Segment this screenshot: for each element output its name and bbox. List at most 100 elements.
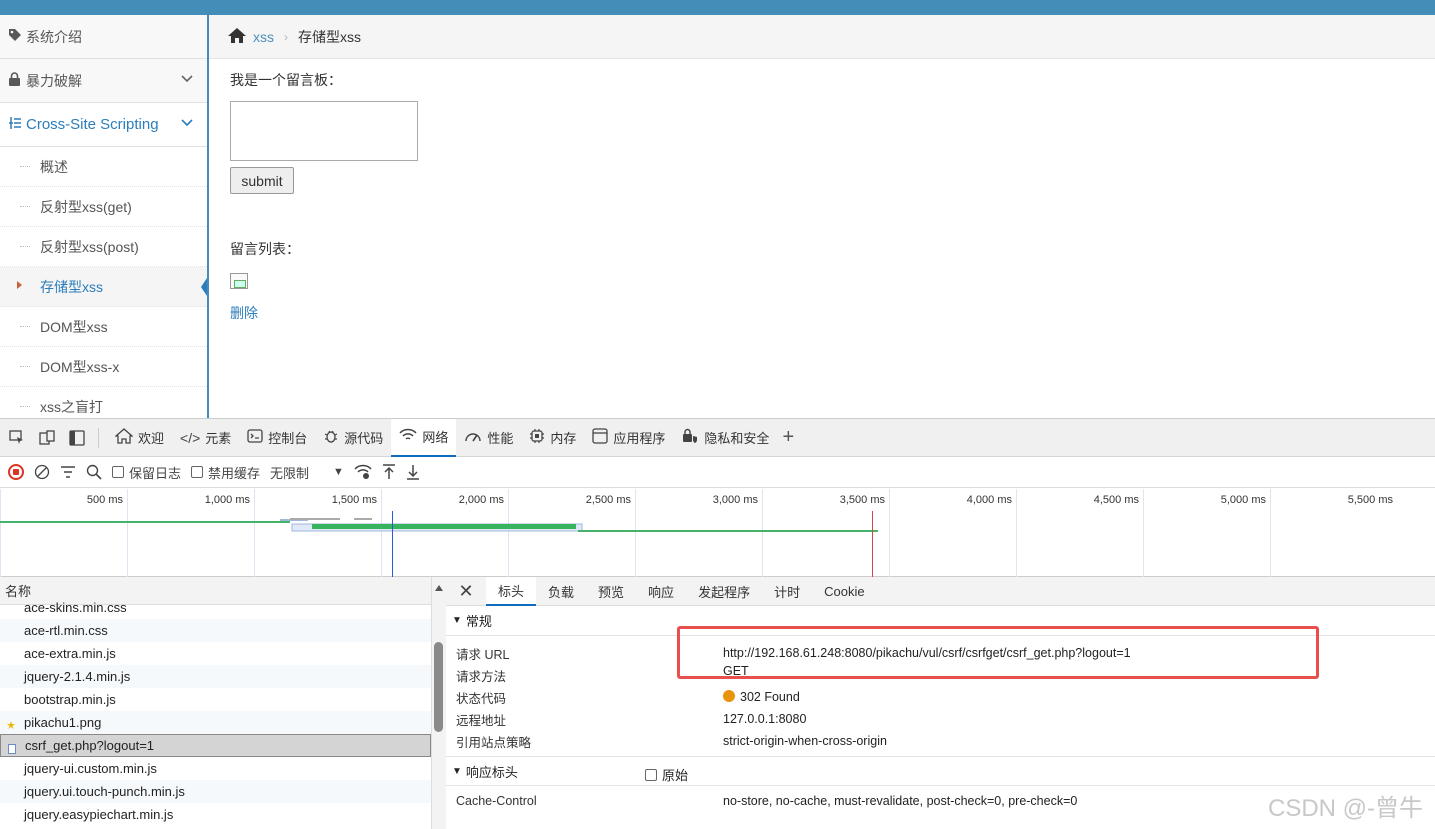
checkbox-label: 禁用缓存 (208, 465, 261, 481)
sidebar-subitem-label: 存储型xss (40, 278, 103, 295)
throttle-value: 无限制 (270, 465, 310, 481)
plus-icon[interactable]: + (777, 426, 799, 449)
header-row-referrer-policy: 引用站点策略 strict-origin-when-cross-origin (446, 730, 1435, 752)
tab-preview[interactable]: 预览 (586, 577, 636, 606)
home-icon[interactable] (227, 27, 247, 47)
bug-icon (323, 428, 339, 447)
filter-icon[interactable] (60, 465, 76, 479)
request-row[interactable]: ace-skins.min.css (0, 596, 431, 619)
tab-response[interactable]: 响应 (636, 577, 686, 606)
home-icon (114, 428, 134, 447)
record-button[interactable] (8, 464, 24, 480)
lock-icon (8, 72, 24, 89)
sidebar-item-bruteforce[interactable]: 暴力破解 (0, 59, 207, 103)
disable-cache-checkbox[interactable]: 禁用缓存 (191, 463, 260, 482)
request-row-selected[interactable]: csrf_get.php?logout=1 (0, 734, 431, 757)
active-indicator (201, 275, 207, 299)
request-row[interactable]: ace-rtl.min.css (0, 619, 431, 642)
dock-side-icon[interactable] (66, 427, 88, 449)
tab-initiator[interactable]: 发起程序 (686, 577, 762, 606)
sidebar-subitem-stored[interactable]: 存储型xss (0, 267, 207, 307)
header-key: 引用站点策略 (456, 735, 532, 750)
search-icon[interactable] (86, 464, 102, 480)
tab-cookie[interactable]: Cookie (812, 577, 876, 606)
delete-link[interactable]: 删除 (230, 303, 258, 323)
header-key: Cache-Control (456, 794, 537, 808)
tab-label: 控制台 (268, 431, 308, 446)
request-row[interactable]: jquery.easypiechart.min.js (0, 803, 431, 826)
triangle-down-icon: ▼ (452, 765, 462, 777)
sidebar: 系统介绍 暴力破解 Cross-Site Scripting 概述 反射型xss… (0, 15, 209, 418)
breadcrumb-link-xss[interactable]: xss (253, 29, 274, 45)
scroll-up-icon[interactable] (435, 585, 443, 591)
shield-lock-icon (681, 427, 699, 448)
request-row[interactable]: jquery-2.1.4.min.js (0, 665, 431, 688)
tab-performance[interactable]: 性能 (456, 419, 521, 457)
import-icon[interactable] (382, 464, 396, 480)
checkbox-icon (191, 466, 204, 478)
sidebar-subitem-reflected-post[interactable]: 反射型xss(post) (0, 227, 207, 267)
request-list-scrollbar[interactable] (432, 577, 446, 829)
tab-sources[interactable]: 源代码 (315, 419, 391, 457)
sidebar-subitem-dom-x[interactable]: DOM型xss-x (0, 347, 207, 387)
close-icon[interactable]: ✕ (446, 581, 486, 602)
header-row-remote: 远程地址 127.0.0.1:8080 (446, 708, 1435, 730)
console-icon (247, 429, 263, 446)
device-emulation-icon[interactable] (36, 427, 58, 449)
header-row-status: 状态代码 302 Found (446, 686, 1435, 708)
tab-welcome[interactable]: 欢迎 (107, 419, 172, 457)
sidebar-item-xss[interactable]: Cross-Site Scripting (0, 103, 207, 147)
sidebar-subitem-overview[interactable]: 概述 (0, 147, 207, 187)
tab-privacy-security[interactable]: 隐私和安全 (673, 419, 777, 457)
status-value: 302 Found (723, 690, 800, 704)
raw-checkbox[interactable]: 原始 (645, 765, 688, 784)
checkbox-label: 保留日志 (129, 465, 182, 481)
triangle-down-icon: ▼ (452, 615, 462, 626)
request-row[interactable]: jquery-ui.custom.min.js (0, 757, 431, 780)
message-textarea[interactable] (230, 101, 418, 161)
tab-label: 欢迎 (138, 431, 165, 446)
sidebar-subitem-label: DOM型xss (40, 318, 108, 335)
sidebar-item-label: 系统介绍 (26, 28, 82, 45)
inspect-icon[interactable] (6, 427, 28, 449)
request-row[interactable]: ace-extra.min.js (0, 642, 431, 665)
section-title: 响应标头 (465, 764, 518, 780)
sidebar-item-intro[interactable]: 系统介绍 (0, 15, 207, 59)
tab-memory[interactable]: 内存 (521, 419, 584, 457)
request-row-png[interactable]: pikachu1.png (0, 711, 431, 734)
sidebar-subitem-dom[interactable]: DOM型xss (0, 307, 207, 347)
caret-right-icon (17, 281, 22, 289)
sidebar-subitem-blind[interactable]: xss之盲打 (0, 387, 207, 418)
tab-console[interactable]: 控制台 (239, 419, 315, 457)
tab-elements[interactable]: </> 元素 (172, 419, 239, 457)
top-navbar (0, 0, 1435, 15)
tab-label: 应用程序 (613, 431, 666, 446)
clear-icon[interactable] (34, 464, 50, 480)
network-conditions-icon[interactable] (354, 464, 372, 480)
message-list-title: 留言列表： (230, 241, 300, 257)
tab-label: 网络 (422, 430, 449, 445)
export-icon[interactable] (406, 464, 420, 480)
highlight-box (677, 626, 1319, 679)
preserve-log-checkbox[interactable]: 保留日志 (112, 463, 181, 482)
header-value: no-store, no-cache, must-revalidate, pos… (723, 794, 1078, 808)
list-icon (8, 116, 24, 134)
tab-payload[interactable]: 负载 (536, 577, 586, 606)
tab-timing[interactable]: 计时 (762, 577, 812, 606)
scrollbar-thumb[interactable] (434, 642, 443, 732)
sidebar-item-label: 暴力破解 (26, 72, 82, 89)
throttle-select[interactable]: 无限制 ▼ (270, 463, 344, 482)
section-title: 常规 (465, 614, 492, 629)
sidebar-subitem-reflected-get[interactable]: 反射型xss(get) (0, 187, 207, 227)
tab-application[interactable]: 应用程序 (584, 419, 673, 457)
header-value: 127.0.0.1:8080 (723, 712, 807, 726)
response-headers-section-header[interactable]: ▼ 响应标头 原始 (446, 756, 1435, 786)
tab-headers[interactable]: 标头 (486, 577, 537, 606)
submit-button[interactable]: submit (230, 167, 294, 194)
document-file-icon (8, 742, 16, 754)
tab-label: 性能 (487, 431, 514, 446)
watermark: CSDN @-曾牛 (1268, 795, 1424, 822)
tab-network[interactable]: 网络 (391, 418, 457, 457)
request-row[interactable]: jquery.ui.touch-punch.min.js (0, 780, 431, 803)
request-row[interactable]: bootstrap.min.js (0, 688, 431, 711)
